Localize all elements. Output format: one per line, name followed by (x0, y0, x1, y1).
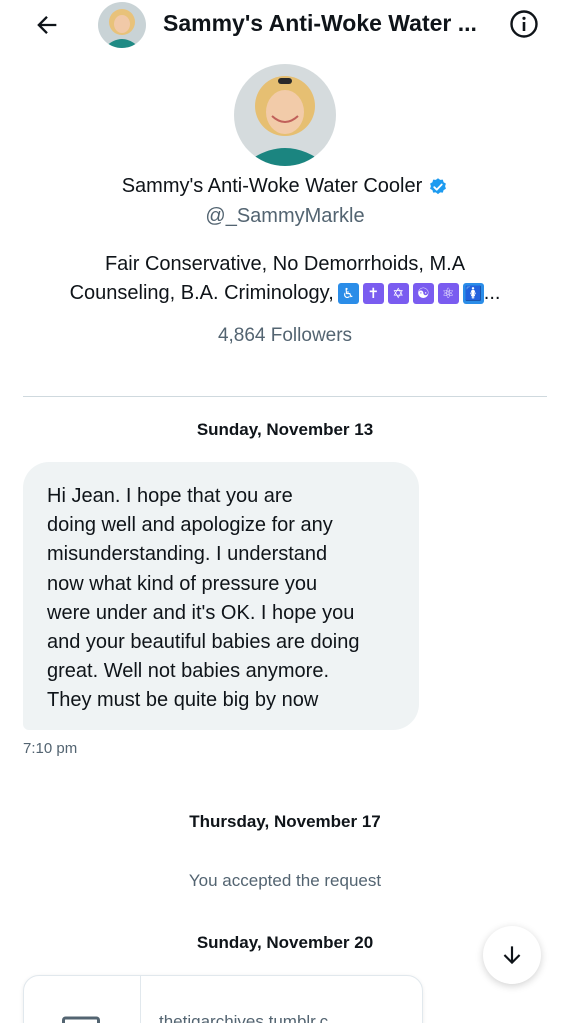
message-line: They must be quite big by now (47, 689, 319, 712)
message-line: now what kind of pressure you (47, 572, 318, 595)
info-button[interactable] (508, 8, 540, 40)
bio-ellipsis: ... (483, 282, 501, 304)
verified-badge-icon (428, 177, 448, 197)
section-divider (23, 396, 547, 397)
link-domain: thetigarchives.tumblr.c (159, 1012, 329, 1023)
profile-name: Sammy's Anti-Woke Water Cooler (121, 175, 423, 197)
star-of-david-emoji-icon: ✡ (387, 283, 409, 304)
profile-name-row: Sammy's Anti-Woke Water Cooler (0, 175, 570, 198)
message-line: Hi Jean. I hope that you are (47, 485, 293, 507)
scroll-to-bottom-button[interactable] (483, 926, 541, 984)
followers-count-link[interactable]: 4,864 Followers (0, 325, 570, 347)
profile-avatar[interactable] (234, 64, 336, 166)
info-circle-icon (510, 10, 538, 38)
header-title[interactable]: Sammy's Anti-Woke Water ... (163, 10, 503, 37)
arrow-left-icon (37, 16, 57, 34)
message-line: were under and it's OK. I hope you (47, 601, 355, 624)
message-text: Hi Jean. I hope that you are doing well … (47, 482, 397, 716)
link-preview-card[interactable]: thetigarchives.tumblr.c (23, 975, 423, 1023)
bio-line-2: Counseling, B.A. Criminology, ♿ ✝ ✡ ☯ ⚛ … (30, 279, 540, 308)
atom-emoji-icon: ⚛ (437, 283, 459, 304)
date-separator: Thursday, November 17 (189, 812, 381, 831)
womens-room-emoji-icon: 🚺 (462, 283, 484, 304)
message-line: doing well and apologize for any (47, 514, 333, 537)
back-button[interactable] (30, 8, 64, 42)
bio-line-2-text: Counseling, B.A. Criminology, (69, 282, 334, 304)
system-message: You accepted the request (188, 871, 382, 890)
profile-bio: Fair Conservative, No Demorrhoids, M.A C… (30, 250, 540, 308)
date-separator: Sunday, November 13 (196, 420, 374, 439)
header-avatar[interactable] (98, 2, 146, 48)
message-bubble[interactable]: Hi Jean. I hope that you are doing well … (23, 462, 419, 730)
message-line: and your beautiful babies are doing (47, 631, 360, 654)
card-divider (140, 976, 141, 1023)
arrow-down-icon (503, 946, 521, 965)
latin-cross-emoji-icon: ✝ (362, 283, 384, 304)
document-icon (62, 1014, 100, 1023)
message-line: misunderstanding. I understand (47, 543, 328, 566)
profile-handle: @_SammyMarkle (205, 205, 365, 227)
wheelchair-emoji-icon: ♿ (337, 283, 359, 304)
message-timestamp: 7:10 pm (23, 740, 78, 757)
bio-line-1: Fair Conservative, No Demorrhoids, M.A (104, 253, 466, 275)
conversation-header: Sammy's Anti-Woke Water ... (0, 0, 570, 50)
yin-yang-emoji-icon: ☯ (412, 283, 434, 304)
message-line: great. Well not babies anymore. (47, 660, 330, 683)
